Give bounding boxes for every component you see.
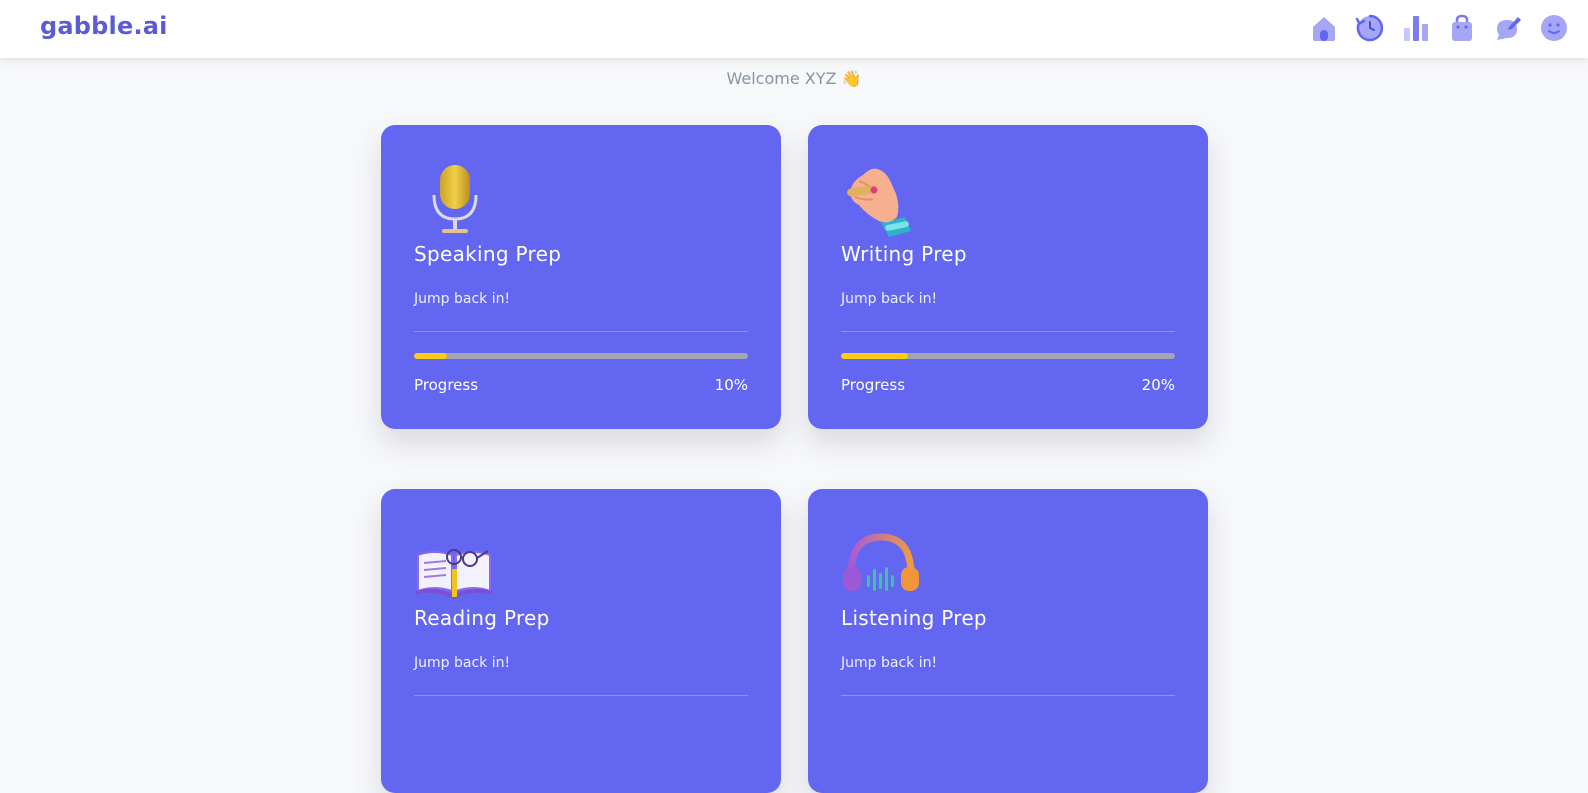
card-divider [841,695,1175,696]
welcome-text: Welcome XYZ [726,69,837,88]
microphone-icon [414,161,494,241]
welcome-message: Welcome XYZ 👋 [0,69,1588,88]
progress-value: 10% [714,376,748,394]
card-title: Writing Prep [841,242,967,266]
profile-icon[interactable] [1538,12,1570,44]
chat-edit-icon[interactable] [1492,12,1524,44]
waving-hand-icon: 👋 [841,69,862,88]
progress-label: Progress [841,376,906,394]
card-title: Listening Prep [841,606,987,630]
open-book-icon [414,525,494,605]
card-title: Reading Prep [414,606,550,630]
card-divider [414,331,748,332]
progress-label: Progress [414,376,479,394]
card-subtitle: Jump back in! [414,655,511,671]
progress-bar [414,353,748,359]
card-title: Speaking Prep [414,242,562,266]
speaking-prep-card[interactable]: Speaking Prep Jump back in! Progress 10% [381,125,781,429]
listening-prep-card[interactable]: Listening Prep Jump back in! [808,489,1208,793]
home-icon[interactable] [1308,12,1340,44]
top-navbar: gabble.ai [0,0,1588,58]
card-divider [841,331,1175,332]
card-subtitle: Jump back in! [841,655,938,671]
progress-fill [414,353,448,359]
progress-value: 20% [1141,376,1175,394]
bag-icon[interactable] [1446,12,1478,44]
card-divider [414,695,748,696]
history-icon[interactable] [1354,12,1386,44]
progress-fill [841,353,908,359]
brand-logo[interactable]: gabble.ai [40,12,168,40]
reading-prep-card[interactable]: Reading Prep Jump back in! [381,489,781,793]
card-subtitle: Jump back in! [841,291,938,307]
chart-icon[interactable] [1400,12,1432,44]
progress-bar [841,353,1175,359]
writing-prep-card[interactable]: Writing Prep Jump back in! Progress 20% [808,125,1208,429]
nav-icon-group [1308,12,1570,44]
headphones-icon [841,525,921,605]
card-subtitle: Jump back in! [414,291,511,307]
writing-hand-icon [841,161,921,241]
